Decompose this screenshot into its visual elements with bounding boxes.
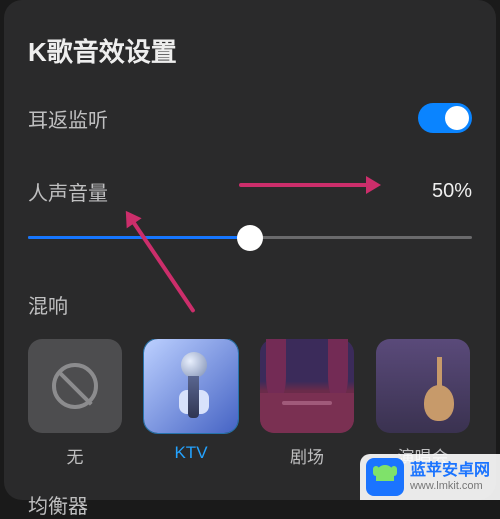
reverb-none-label: 无 bbox=[28, 443, 122, 468]
vocal-volume-block: 人声音量 50% bbox=[28, 177, 472, 250]
reverb-label: 混响 bbox=[28, 290, 472, 319]
curtain-icon bbox=[266, 339, 286, 401]
vocal-volume-label: 人声音量 bbox=[28, 177, 108, 206]
reverb-preset-theater[interactable]: 剧场 bbox=[260, 339, 354, 468]
reverb-theater-tile bbox=[260, 339, 354, 433]
reverb-ktv-tile bbox=[144, 339, 238, 433]
monitor-row: 耳返监听 bbox=[28, 103, 472, 133]
watermark-url: www.lmkit.com bbox=[410, 480, 490, 492]
vocal-volume-value: 50% bbox=[432, 180, 472, 203]
reverb-preset-ktv[interactable]: KTV bbox=[144, 339, 238, 468]
watermark-title: 蓝苹安卓网 bbox=[410, 462, 490, 480]
panel-title: K歌音效设置 bbox=[28, 32, 472, 69]
annotation-arrow-right bbox=[239, 183, 369, 187]
watermark: 蓝苹安卓网 www.lmkit.com bbox=[360, 454, 500, 500]
reverb-concert-tile bbox=[376, 339, 470, 433]
stage-icon bbox=[260, 393, 354, 433]
curtain-icon bbox=[328, 339, 348, 401]
reverb-preset-none[interactable]: 无 bbox=[28, 339, 122, 468]
ban-icon bbox=[52, 363, 98, 409]
reverb-presets: 无 KTV 剧场 演唱会 bbox=[28, 339, 472, 468]
monitor-toggle[interactable] bbox=[418, 103, 472, 133]
ksong-settings-panel: K歌音效设置 耳返监听 人声音量 50% 混响 无 bbox=[4, 0, 496, 500]
slider-fill bbox=[28, 236, 250, 239]
reverb-preset-concert[interactable]: 演唱会 bbox=[376, 339, 470, 468]
guitar-icon bbox=[424, 357, 454, 421]
toggle-knob bbox=[445, 106, 469, 130]
monitor-label: 耳返监听 bbox=[28, 104, 108, 133]
reverb-ktv-label: KTV bbox=[144, 443, 238, 463]
android-logo-icon bbox=[366, 458, 404, 496]
vocal-volume-slider[interactable] bbox=[28, 224, 472, 250]
microphone-icon bbox=[177, 356, 205, 416]
reverb-none-tile bbox=[28, 339, 122, 433]
slider-thumb[interactable] bbox=[237, 225, 263, 251]
reverb-section: 混响 无 KTV 剧场 bbox=[28, 290, 472, 468]
reverb-theater-label: 剧场 bbox=[260, 443, 354, 468]
